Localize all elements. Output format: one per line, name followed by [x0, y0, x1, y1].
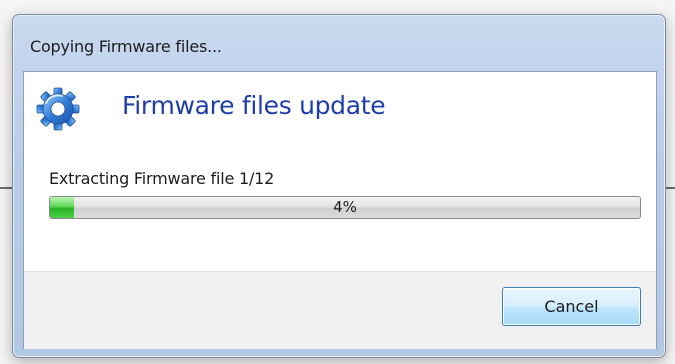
cancel-button[interactable]: Cancel [502, 287, 641, 326]
window-title: Copying Firmware files... [30, 37, 222, 56]
progress-percent-label: 4% [333, 198, 357, 216]
header-title: Firmware files update [122, 91, 386, 120]
background-line [666, 187, 675, 189]
progress-bar: 4% [49, 196, 641, 219]
progress-dialog: Copying Firmware files... Firmware files… [12, 14, 666, 358]
gear-icon [36, 87, 80, 131]
status-text: Extracting Firmware file 1/12 [49, 169, 275, 188]
dialog-content: Firmware files update Extracting Firmwar… [23, 71, 657, 349]
background-line [0, 187, 12, 189]
